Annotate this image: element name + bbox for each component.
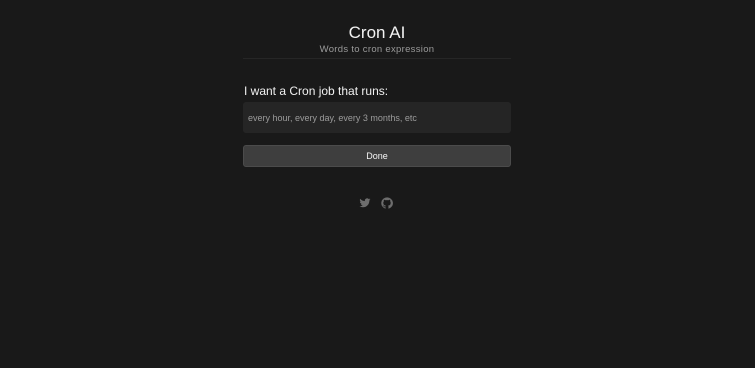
github-icon[interactable] [381, 197, 393, 209]
footer-social-links [359, 197, 393, 209]
header-divider [243, 58, 511, 59]
done-button[interactable]: Done [243, 145, 511, 167]
twitter-icon[interactable] [359, 197, 371, 209]
cron-prompt-label: I want a Cron job that runs: [244, 84, 389, 98]
page-header: Cron AI Words to cron expression [243, 22, 511, 55]
cron-description-input[interactable] [243, 102, 511, 133]
app-subtitle: Words to cron expression [319, 44, 435, 55]
cron-ai-page: Cron AI Words to cron expression I want … [0, 0, 755, 368]
app-title: Cron AI [348, 23, 406, 42]
